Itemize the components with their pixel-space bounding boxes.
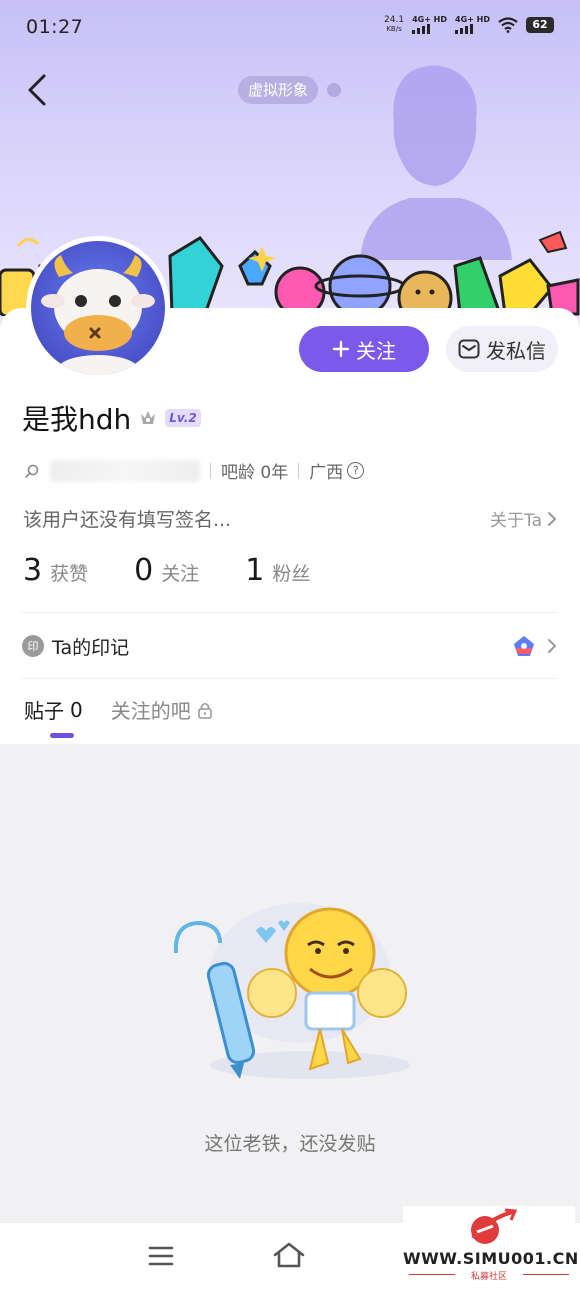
status-icons: 24.1 KB/s 4G+ HD 4G+ HD 62	[384, 15, 554, 34]
watermark-logo-icon	[471, 1208, 518, 1244]
bio-row: 该用户还没有填写签名... 关于Ta	[23, 505, 558, 532]
posts-count: 0	[70, 697, 83, 722]
watermark-text: WWW.SIMU001.CN	[403, 1249, 579, 1268]
stats-row: 3 获赞 0 关注 1 粉丝	[23, 553, 356, 588]
follow-button[interactable]: 关注	[299, 326, 429, 372]
avatar[interactable]	[26, 236, 170, 380]
signature: 该用户还没有填写签名...	[23, 509, 232, 531]
marks-label: Ta的印记	[52, 636, 130, 659]
name-row: 是我hdh Lv.2	[22, 398, 201, 438]
location: 广西	[309, 463, 344, 483]
back-arrow-icon[interactable]	[20, 70, 56, 110]
marks-row[interactable]: 印 Ta的印记	[22, 627, 558, 665]
level-badge[interactable]: Lv.2	[165, 409, 201, 427]
mark-badge-icon	[514, 636, 534, 656]
follow-label: 关注	[356, 338, 396, 363]
empty-illustration	[173, 903, 410, 1079]
menu-icon[interactable]	[148, 1245, 174, 1267]
empty-message: 这位老铁，还没发贴	[204, 1133, 376, 1155]
help-icon[interactable]: ?	[347, 462, 365, 479]
search-icon	[25, 464, 39, 478]
divider	[22, 678, 558, 679]
stat-likes[interactable]: 3 获赞	[23, 553, 88, 588]
crown-icon	[141, 411, 156, 424]
home-icon[interactable]	[272, 1241, 306, 1269]
watermark-subtitle: 私募社区	[470, 1272, 507, 1282]
send-message-label: 发私信	[486, 338, 546, 363]
signal-sim2-icon: 4G+ HD	[455, 15, 490, 34]
virtual-avatar-dot	[327, 83, 341, 97]
stat-fans[interactable]: 1 粉丝	[245, 553, 310, 588]
profile-meta: 吧龄 0年 广西 ?	[24, 458, 365, 483]
signal-sim1-icon: 4G+ HD	[412, 15, 447, 34]
network-speed: 24.1 KB/s	[384, 14, 405, 33]
status-bar: 01:27 24.1 KB/s 4G+ HD 4G+ HD 62	[0, 0, 580, 56]
seal-icon: 印	[22, 635, 44, 657]
wifi-icon	[498, 16, 518, 33]
envelope-icon	[458, 339, 480, 359]
virtual-avatar-tag[interactable]: 虚拟形象	[238, 76, 319, 104]
profile-tabs: 贴子 0 关注的吧	[24, 695, 213, 724]
watermark: WWW.SIMU001.CN 私募社区	[403, 1206, 579, 1284]
send-message-button[interactable]: 发私信	[446, 326, 558, 372]
chevron-right-icon	[548, 639, 557, 653]
bar-age: 吧龄 0年	[221, 463, 289, 483]
user-id-blurred	[50, 459, 200, 482]
about-link[interactable]: 关于Ta	[490, 506, 558, 531]
battery-indicator: 62	[526, 16, 554, 33]
tab-posts[interactable]: 贴子 0	[24, 695, 83, 724]
cow-avatar-icon	[41, 255, 155, 375]
status-time: 01:27	[26, 16, 84, 38]
tab-followed-bars[interactable]: 关注的吧	[111, 695, 213, 724]
chevron-right-icon	[548, 511, 557, 526]
stat-following[interactable]: 0 关注	[134, 553, 199, 588]
plus-icon	[332, 340, 350, 358]
about-label: 关于Ta	[490, 511, 542, 531]
divider	[22, 612, 558, 613]
active-tab-indicator	[50, 733, 74, 738]
lock-icon	[197, 702, 212, 719]
username: 是我hdh	[22, 403, 132, 436]
